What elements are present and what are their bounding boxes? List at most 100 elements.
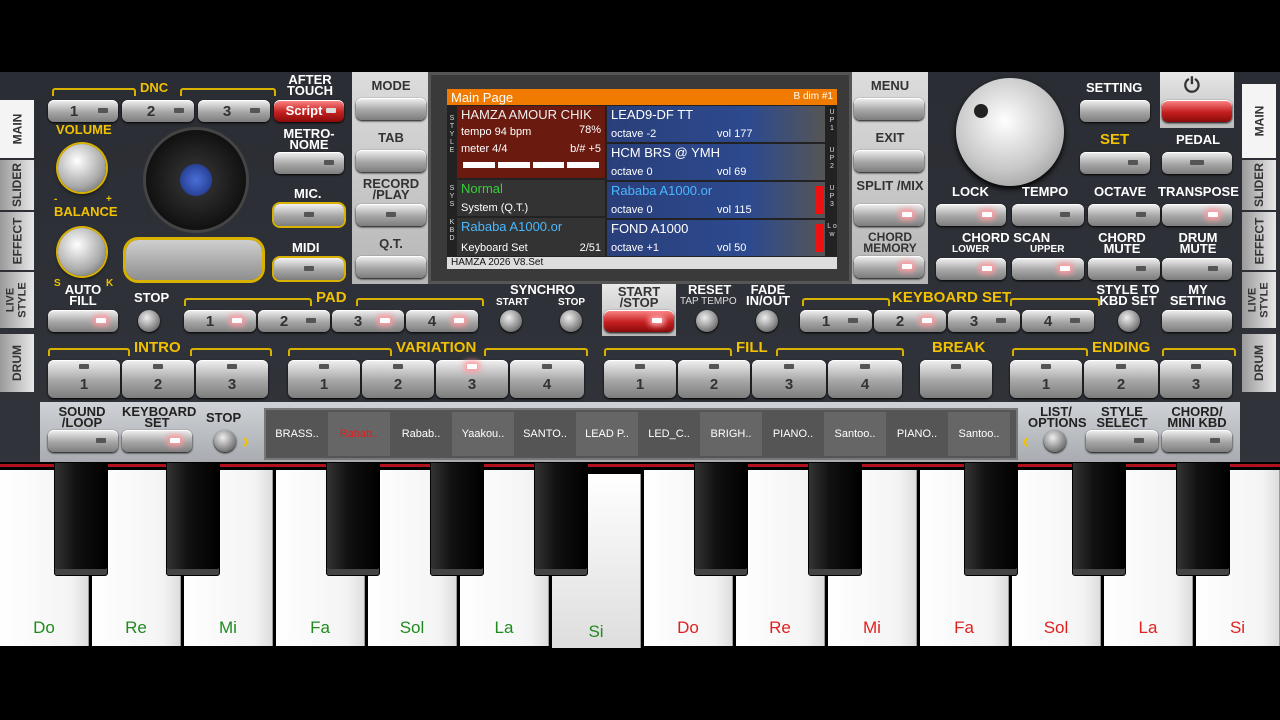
chord-mini-button[interactable] xyxy=(1162,430,1232,452)
octave-button[interactable] xyxy=(1088,204,1160,226)
part-upper1[interactable]: LEAD9-DF TT octave -2 vol 177 xyxy=(607,106,825,142)
chord-mute-button[interactable] xyxy=(1088,258,1160,280)
data-dial[interactable] xyxy=(956,78,1064,186)
volume-knob[interactable] xyxy=(58,144,106,192)
tab-button[interactable] xyxy=(356,150,426,172)
intro-button-2[interactable]: 2 xyxy=(122,360,194,398)
tab-live-style-right[interactable]: LIVE STYLE xyxy=(1242,272,1276,328)
keyboard-set-button-4[interactable]: 4 xyxy=(1022,310,1094,332)
lock-button[interactable] xyxy=(936,204,1006,226)
sound-stop-knob[interactable] xyxy=(214,430,236,452)
ending-button-3[interactable]: 3 xyxy=(1160,360,1232,398)
chord-scan-lower-button[interactable] xyxy=(936,258,1006,280)
black-key[interactable] xyxy=(54,462,108,576)
chord-scan-upper-button[interactable] xyxy=(1012,258,1084,280)
system-cell[interactable]: Normal System (Q.T.) xyxy=(457,180,605,216)
pedal-button[interactable] xyxy=(1162,152,1232,174)
tab-drum-right[interactable]: DRUM xyxy=(1242,334,1276,392)
auto-fill-button[interactable] xyxy=(48,310,118,332)
tab-main-left[interactable]: MAIN xyxy=(0,100,34,158)
sound-slot[interactable]: Rabab.. xyxy=(390,412,452,456)
setting-button[interactable] xyxy=(1080,100,1150,122)
tab-effect-left[interactable]: EFFECT xyxy=(0,212,34,270)
synchro-start-knob[interactable] xyxy=(500,310,522,332)
chevron-right-icon[interactable]: › xyxy=(242,428,249,454)
sound-slot[interactable]: Yaakou.. xyxy=(452,412,514,456)
script-button[interactable]: Script xyxy=(274,100,344,122)
ending-button-2[interactable]: 2 xyxy=(1084,360,1158,398)
fill-button-2[interactable]: 2 xyxy=(678,360,750,398)
exit-button[interactable] xyxy=(854,150,924,172)
style-cell[interactable]: HAMZA AMOUR CHIK tempo 94 bpm 78% meter … xyxy=(457,106,605,178)
black-key[interactable] xyxy=(1072,462,1126,576)
style-select-button[interactable] xyxy=(1086,430,1158,452)
blank-pad[interactable] xyxy=(126,240,262,280)
midi-button[interactable] xyxy=(274,258,344,280)
drum-mute-button[interactable] xyxy=(1162,258,1232,280)
sound-slot[interactable]: BRASS.. xyxy=(266,412,328,456)
black-key[interactable] xyxy=(166,462,220,576)
synchro-stop-knob[interactable] xyxy=(560,310,582,332)
fill-button-4[interactable]: 4 xyxy=(828,360,902,398)
transpose-button[interactable] xyxy=(1162,204,1232,226)
split-mix-button[interactable] xyxy=(854,204,924,226)
balance-knob[interactable] xyxy=(58,228,106,276)
list-options-knob[interactable] xyxy=(1044,430,1066,452)
keyboard-set-cell[interactable]: Rababa A1000.or Keyboard Set 2/51 xyxy=(457,218,605,256)
pad-stop-knob[interactable] xyxy=(138,310,160,332)
reset-knob[interactable] xyxy=(696,310,718,332)
sound-slot[interactable]: SANTO.. xyxy=(514,412,576,456)
pad-button-4[interactable]: 4 xyxy=(406,310,478,332)
fill-button-3[interactable]: 3 xyxy=(752,360,826,398)
black-key[interactable] xyxy=(1176,462,1230,576)
sound-slot[interactable]: Santoo.. xyxy=(824,412,886,456)
my-setting-button[interactable] xyxy=(1162,310,1232,332)
black-key[interactable] xyxy=(430,462,484,576)
break-button[interactable] xyxy=(920,360,992,398)
tab-slider-right[interactable]: SLIDER xyxy=(1242,160,1276,210)
tempo-button[interactable] xyxy=(1012,204,1084,226)
set-button[interactable] xyxy=(1080,152,1150,174)
variation-button-4[interactable]: 4 xyxy=(510,360,584,398)
style-to-kbd-knob[interactable] xyxy=(1118,310,1140,332)
sound-loop-button[interactable] xyxy=(48,430,118,452)
dnc-button-3[interactable]: 3 xyxy=(198,100,270,122)
black-key[interactable] xyxy=(534,462,588,576)
tab-effect-right[interactable]: EFFECT xyxy=(1242,212,1276,270)
tab-main-right[interactable]: MAIN xyxy=(1242,84,1276,158)
start-stop-button[interactable] xyxy=(604,310,674,332)
sound-slot[interactable]: PIANO.. xyxy=(762,412,824,456)
qt-button[interactable] xyxy=(356,256,426,278)
variation-button-2[interactable]: 2 xyxy=(362,360,434,398)
tab-drum-left[interactable]: DRUM xyxy=(0,334,34,392)
ending-button-1[interactable]: 1 xyxy=(1010,360,1082,398)
black-key[interactable] xyxy=(326,462,380,576)
fill-button-1[interactable]: 1 xyxy=(604,360,676,398)
mode-button[interactable] xyxy=(356,98,426,120)
black-key[interactable] xyxy=(694,462,748,576)
tab-live-style-left[interactable]: LIVE STYLE xyxy=(0,272,34,328)
black-key[interactable] xyxy=(808,462,862,576)
menu-button[interactable] xyxy=(854,98,924,120)
sound-slot[interactable]: LEAD P.. xyxy=(576,412,638,456)
chord-memory-button[interactable] xyxy=(854,256,924,278)
part-lower[interactable]: FOND A1000 octave +1 vol 50 xyxy=(607,220,825,256)
sound-slot[interactable]: BRIGH.. xyxy=(700,412,762,456)
sound-slot[interactable]: Santoo.. xyxy=(948,412,1010,456)
tab-slider-left[interactable]: SLIDER xyxy=(0,160,34,210)
keyboard-set2-button[interactable] xyxy=(122,430,192,452)
sound-slot[interactable]: LED_C.. xyxy=(638,412,700,456)
chevron-left-icon[interactable]: ‹ xyxy=(1022,428,1029,454)
black-key[interactable] xyxy=(964,462,1018,576)
part-upper3[interactable]: Rababa A1000.or octave 0 vol 115 xyxy=(607,182,825,218)
intro-button-1[interactable]: 1 xyxy=(48,360,120,398)
intro-button-3[interactable]: 3 xyxy=(196,360,268,398)
sound-slot[interactable]: Rabab.. xyxy=(328,412,390,456)
variation-button-1[interactable]: 1 xyxy=(288,360,360,398)
power-button[interactable] xyxy=(1162,100,1232,122)
sound-slot[interactable]: PIANO.. xyxy=(886,412,948,456)
fade-knob[interactable] xyxy=(756,310,778,332)
mic-button[interactable] xyxy=(274,204,344,226)
record-play-button[interactable] xyxy=(356,204,426,226)
variation-button-3[interactable]: 3 xyxy=(436,360,508,398)
